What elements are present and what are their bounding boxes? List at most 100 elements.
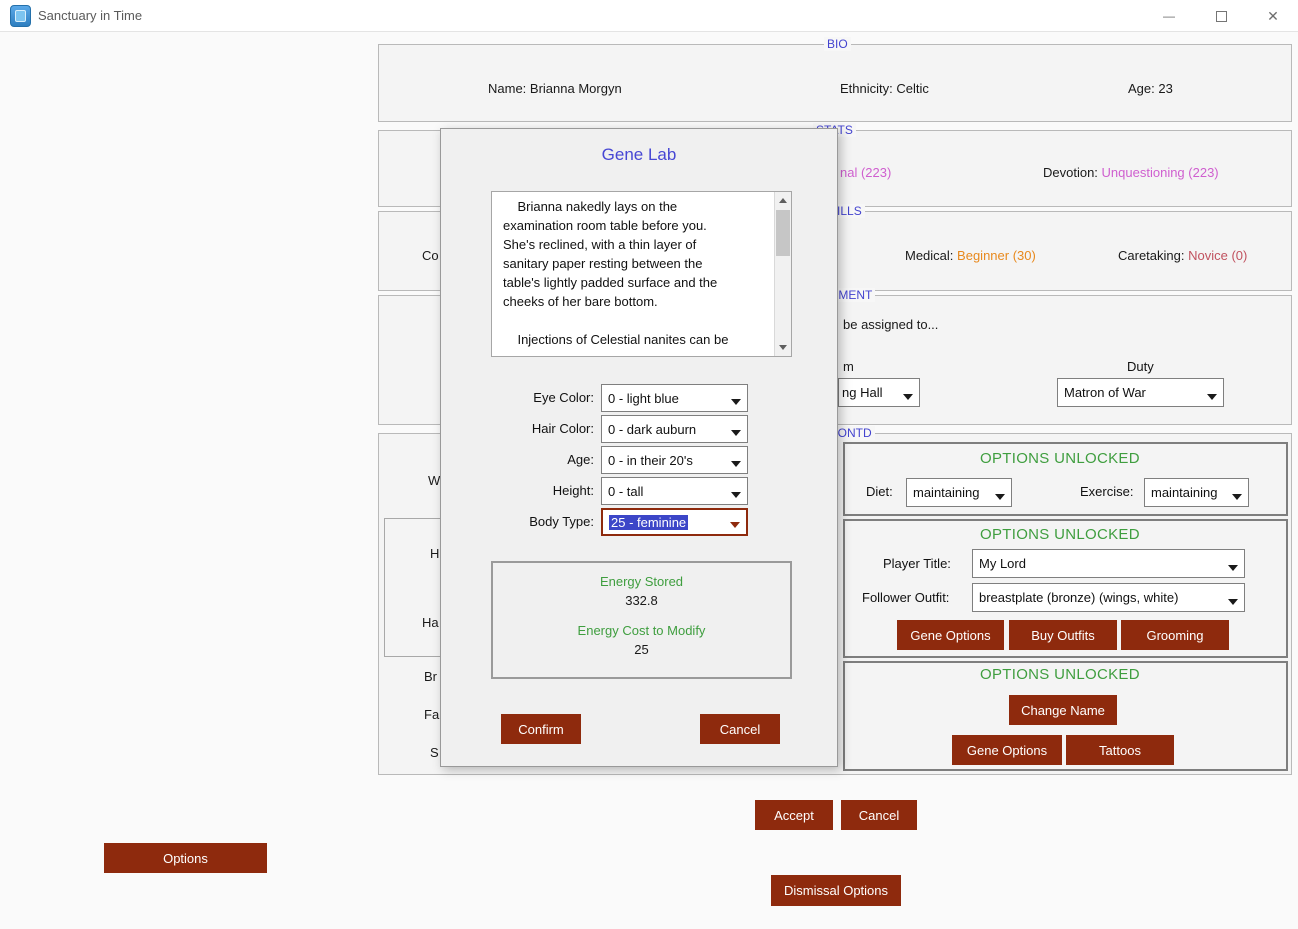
dropdown-arrow-icon: [1207, 394, 1217, 400]
confirm-button[interactable]: Confirm: [501, 714, 581, 744]
dropdown-arrow-icon: [903, 394, 913, 400]
covered-label-s: S: [430, 745, 439, 760]
gene-options-button[interactable]: Gene Options: [897, 620, 1004, 650]
scrollbar[interactable]: [774, 192, 791, 356]
caretaking-skill: Caretaking: Novice (0): [1118, 248, 1247, 263]
grooming-button-label: Grooming: [1146, 628, 1203, 643]
covered-label-w: W: [428, 473, 440, 488]
follower-outfit-label: Follower Outfit:: [862, 590, 949, 605]
close-icon: ✕: [1267, 8, 1279, 25]
height-value: 0 - tall: [608, 484, 643, 499]
confirm-button-label: Confirm: [518, 722, 564, 737]
energy-stored-value: 332.8: [493, 593, 790, 608]
title-box-header: OPTIONS UNLOCKED: [980, 526, 1140, 543]
duty-select[interactable]: Matron of War: [1057, 378, 1224, 407]
options-button-label: Options: [163, 851, 208, 866]
close-button[interactable]: ✕: [1256, 2, 1290, 30]
gene-options-button-label: Gene Options: [910, 628, 990, 643]
player-title-select[interactable]: My Lord: [972, 549, 1245, 578]
gene-lab-description-text: Brianna nakedly lays on the examination …: [503, 197, 739, 353]
energy-cost-value: 25: [493, 642, 790, 657]
window-title: Sanctuary in Time: [38, 8, 142, 23]
hair-color-select[interactable]: 0 - dark auburn: [601, 415, 748, 443]
scroll-down-button[interactable]: [775, 339, 791, 356]
buy-outfits-button[interactable]: Buy Outfits: [1009, 620, 1117, 650]
exercise-select-value: maintaining: [1151, 485, 1218, 500]
bio-ethnicity: Ethnicity: Celtic: [840, 81, 929, 96]
exercise-select[interactable]: maintaining: [1144, 478, 1249, 507]
app-icon: [10, 5, 31, 27]
caretaking-value: Novice (0): [1188, 248, 1247, 263]
scroll-up-button[interactable]: [775, 192, 791, 209]
accept-button[interactable]: Accept: [755, 800, 833, 830]
scrollbar-thumb[interactable]: [776, 210, 790, 256]
app-icon-inner: [15, 10, 26, 22]
change-name-button-label: Change Name: [1021, 703, 1105, 718]
stats-left-fragment: nal (223): [840, 165, 891, 180]
bio-legend: BIO: [824, 37, 851, 51]
body-type-value: 25 - feminine: [609, 515, 688, 530]
caretaking-label: Caretaking:: [1118, 248, 1184, 263]
covered-label-h: H: [430, 546, 439, 561]
accept-button-label: Accept: [774, 808, 814, 823]
body-type-select[interactable]: 25 - feminine: [601, 508, 748, 536]
dropdown-arrow-icon: [731, 399, 741, 405]
maximize-button[interactable]: [1204, 2, 1238, 30]
bio-name: Name: Brianna Morgyn: [488, 81, 622, 96]
diet-select[interactable]: maintaining: [906, 478, 1012, 507]
dismissal-options-button-label: Dismissal Options: [784, 883, 888, 898]
energy-info-box: Energy Stored 332.8 Energy Cost to Modif…: [491, 561, 792, 679]
duty-label: Duty: [1127, 359, 1154, 374]
devotion-value: Unquestioning (223): [1102, 165, 1219, 180]
scroll-down-icon: [779, 345, 787, 350]
room-select[interactable]: ng Hall: [838, 378, 920, 407]
gene-lab-description[interactable]: Brianna nakedly lays on the examination …: [491, 191, 792, 357]
tattoos-button-label: Tattoos: [1099, 743, 1141, 758]
eye-color-value: 0 - light blue: [608, 391, 679, 406]
medical-skill: Medical: Beginner (30): [905, 248, 1036, 263]
body-type-label: Body Type:: [449, 514, 594, 529]
age-value: 0 - in their 20's: [608, 453, 693, 468]
hair-color-value: 0 - dark auburn: [608, 422, 696, 437]
age-select[interactable]: 0 - in their 20's: [601, 446, 748, 474]
gene-lab-title: Gene Lab: [441, 145, 837, 165]
dropdown-arrow-icon: [731, 492, 741, 498]
change-name-button[interactable]: Change Name: [1009, 695, 1117, 725]
grooming-button[interactable]: Grooming: [1121, 620, 1229, 650]
skills-left-fragment: Co: [422, 248, 439, 263]
name-box-header: OPTIONS UNLOCKED: [980, 666, 1140, 683]
follower-outfit-select[interactable]: breastplate (bronze) (wings, white): [972, 583, 1245, 612]
dropdown-arrow-icon: [1232, 494, 1242, 500]
energy-cost-label: Energy Cost to Modify: [493, 623, 790, 638]
cancel-button-modal-label: Cancel: [720, 722, 760, 737]
height-label: Height:: [449, 483, 594, 498]
cancel-button-modal[interactable]: Cancel: [700, 714, 780, 744]
follower-outfit-value: breastplate (bronze) (wings, white): [979, 590, 1178, 605]
bio-age: Age: 23: [1128, 81, 1173, 96]
gene-lab-dialog: Gene Lab Brianna nakedly lays on the exa…: [440, 128, 838, 767]
dropdown-arrow-icon: [731, 430, 741, 436]
gene-options-button-2[interactable]: Gene Options: [952, 735, 1062, 765]
eye-color-select[interactable]: 0 - light blue: [601, 384, 748, 412]
devotion-stat: Devotion: Unquestioning (223): [1043, 165, 1219, 180]
exercise-label: Exercise:: [1080, 484, 1133, 499]
room-label-fragment: m: [843, 359, 854, 374]
minimize-button[interactable]: —: [1152, 2, 1186, 30]
options-button[interactable]: Options: [104, 843, 267, 873]
cancel-button-footer[interactable]: Cancel: [841, 800, 917, 830]
assignment-text-fragment: be assigned to...: [843, 317, 938, 332]
medical-label: Medical:: [905, 248, 953, 263]
dropdown-arrow-icon: [1228, 565, 1238, 571]
eye-color-label: Eye Color:: [449, 390, 594, 405]
dismissal-options-button[interactable]: Dismissal Options: [771, 875, 901, 906]
diet-select-value: maintaining: [913, 485, 980, 500]
height-select[interactable]: 0 - tall: [601, 477, 748, 505]
duty-select-value: Matron of War: [1064, 385, 1146, 400]
scroll-up-icon: [779, 198, 787, 203]
player-title-value: My Lord: [979, 556, 1026, 571]
diet-label: Diet:: [866, 484, 893, 499]
title-bar: Sanctuary in Time — ✕: [0, 0, 1298, 32]
buy-outfits-button-label: Buy Outfits: [1031, 628, 1095, 643]
diet-box-header: OPTIONS UNLOCKED: [980, 450, 1140, 467]
tattoos-button[interactable]: Tattoos: [1066, 735, 1174, 765]
